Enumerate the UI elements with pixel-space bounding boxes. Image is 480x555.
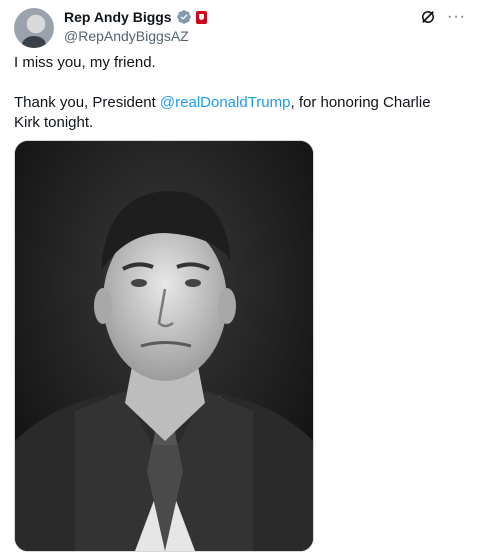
author-info: Rep Andy Biggs @RepAndyBiggsAZ xyxy=(64,8,207,44)
post-header: Rep Andy Biggs @RepAndyBiggsAZ ··· xyxy=(14,8,470,48)
government-flag-icon xyxy=(195,10,207,24)
portrait-illustration xyxy=(15,141,313,551)
post-line-2-before: Thank you, President xyxy=(14,94,160,111)
verified-badge-icon[interactable] xyxy=(176,9,192,25)
more-options-icon[interactable]: ··· xyxy=(447,8,466,26)
post-photo[interactable] xyxy=(14,140,314,552)
display-name[interactable]: Rep Andy Biggs xyxy=(64,9,172,25)
grok-icon[interactable] xyxy=(419,8,437,26)
mention-link[interactable]: @realDonaldTrump xyxy=(160,94,291,111)
post-line-1: I miss you, my friend. xyxy=(14,54,156,71)
post-line-2: Thank you, President @realDonaldTrump, f… xyxy=(14,93,454,133)
post-text: I miss you, my friend. Thank you, Presid… xyxy=(14,53,454,133)
handle[interactable]: @RepAndyBiggsAZ xyxy=(64,28,207,44)
post-actions: ··· xyxy=(419,8,466,26)
avatar[interactable] xyxy=(14,8,54,48)
name-row: Rep Andy Biggs xyxy=(64,8,207,26)
